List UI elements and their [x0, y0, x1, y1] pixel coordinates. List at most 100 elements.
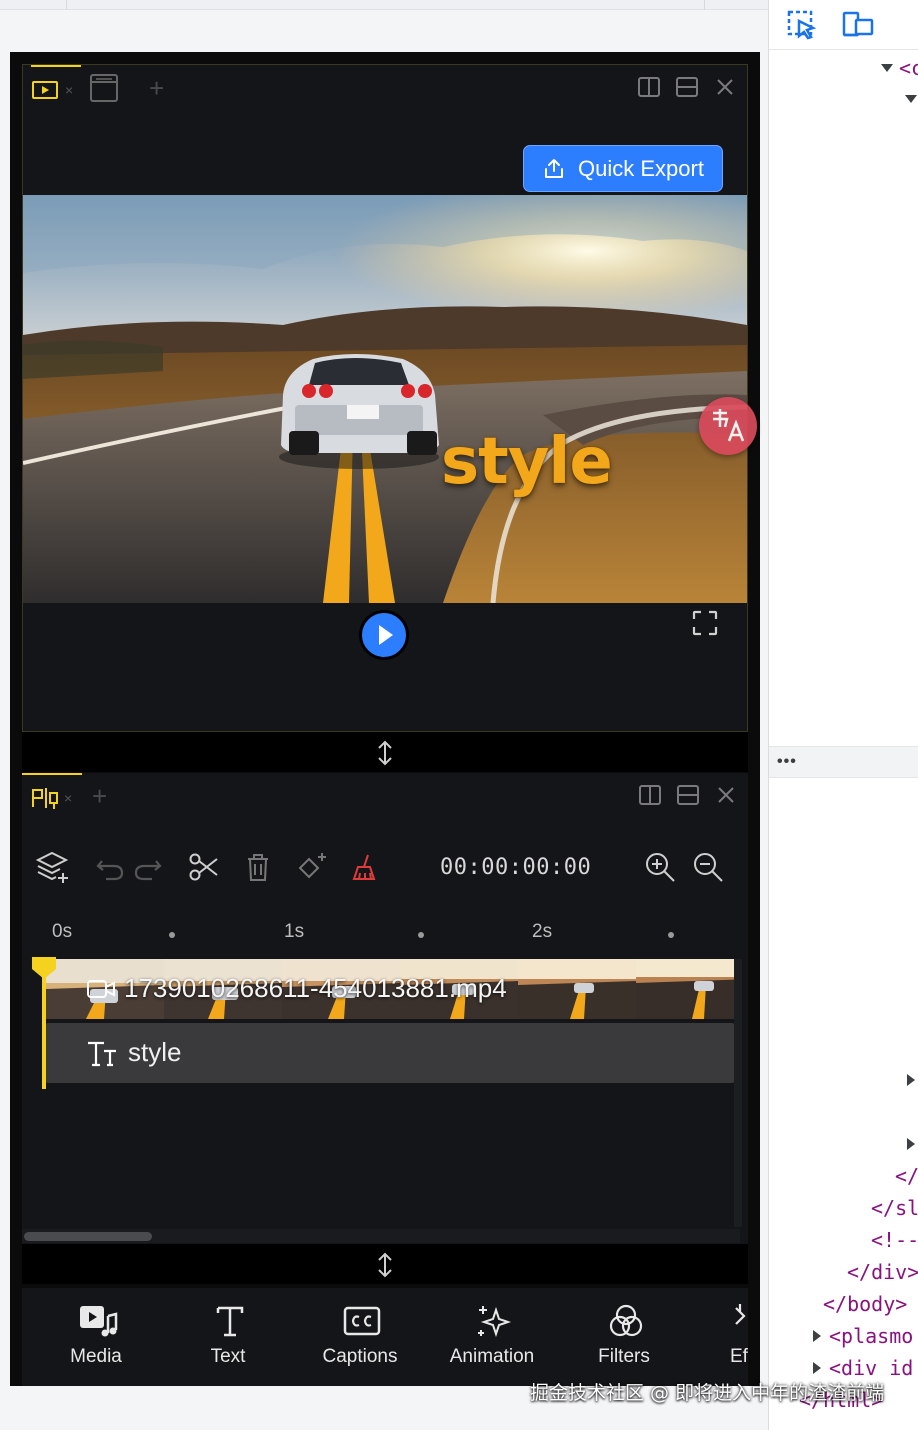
text-type-icon	[88, 1041, 116, 1066]
collapse-arrow-icon[interactable]	[907, 1074, 915, 1086]
player-tab-icon	[32, 81, 58, 99]
close-panel-icon[interactable]	[713, 75, 737, 99]
export-icon	[545, 158, 564, 178]
dom-node-line[interactable]: </	[895, 1164, 918, 1188]
dom-node-line[interactable]: </sl	[871, 1196, 918, 1220]
split-horizontal-icon[interactable]	[676, 783, 700, 807]
nav-label: Text	[210, 1346, 246, 1367]
add-tab-icon[interactable]: +	[149, 75, 164, 101]
animation-icon	[478, 1306, 512, 1338]
video-clip-filename: 1739010268611-454013881.mp4	[124, 973, 507, 1003]
clear-broom-icon[interactable]	[348, 849, 384, 885]
timecode-display: 00:00:00:00	[440, 855, 592, 880]
delete-trash-icon[interactable]	[240, 849, 276, 885]
captions-icon	[343, 1306, 381, 1336]
inspect-element-icon[interactable]	[785, 8, 819, 40]
tab-layout[interactable]	[87, 65, 121, 109]
nav-label: Ef	[730, 1346, 748, 1367]
watermark-text: 掘金技术社区 @ 即将进入中年的渣渣前端	[530, 1382, 885, 1404]
ruler-tick-label: 0s	[52, 921, 73, 942]
preview-panel: × + Quick Export style	[22, 64, 757, 732]
collapse-arrow-icon[interactable]	[813, 1362, 821, 1374]
panel-window-controls	[631, 75, 741, 99]
devtools-dock-bar: •••	[769, 746, 918, 778]
text-clip[interactable]: style	[46, 1023, 734, 1083]
dom-node-line[interactable]: </div>	[847, 1260, 918, 1284]
devtools-toolbar	[769, 0, 918, 50]
filters-icon	[609, 1304, 643, 1337]
ruler-tick-label: 2s	[532, 921, 553, 942]
playhead-handle-icon[interactable]	[32, 957, 56, 979]
clip-thumbnail	[518, 959, 636, 1019]
close-tab-icon[interactable]: ×	[65, 83, 73, 97]
panel-resize-handle[interactable]	[22, 732, 748, 772]
translate-button[interactable]	[699, 397, 757, 455]
timeline-tracks: 1739010268611-454013881.mp4 style	[22, 957, 740, 1223]
caption-overlay-text[interactable]: style	[441, 425, 613, 499]
close-panel-icon[interactable]	[714, 783, 738, 807]
add-layer-icon[interactable]	[34, 849, 70, 885]
nav-label: Animation	[449, 1346, 535, 1367]
video-clip[interactable]: 1739010268611-454013881.mp4	[46, 959, 734, 1019]
more-options-icon[interactable]: •••	[777, 753, 797, 771]
tab-timeline[interactable]: ×	[22, 773, 82, 817]
play-button[interactable]	[359, 610, 409, 660]
close-tab-icon[interactable]: ×	[64, 791, 72, 805]
panel-window-controls	[632, 783, 742, 807]
timeline-tab-icon	[32, 788, 58, 809]
add-keyframe-icon[interactable]	[294, 849, 330, 885]
split-horizontal-icon[interactable]	[675, 75, 699, 99]
split-vertical-icon[interactable]	[637, 75, 661, 99]
video-camera-icon	[87, 979, 115, 998]
split-clip-scissors-icon[interactable]	[186, 849, 222, 885]
collapse-arrow-icon[interactable]	[907, 1138, 915, 1150]
nav-media[interactable]: Media	[36, 1288, 156, 1386]
timeline-ruler[interactable]: 0s 1s 2s	[22, 921, 748, 951]
zoom-out-icon[interactable]	[690, 849, 726, 885]
top-strip-divider	[66, 0, 67, 10]
nav-animation[interactable]: Animation	[432, 1288, 552, 1386]
collapse-arrow-icon[interactable]	[813, 1330, 821, 1342]
dom-node-line[interactable]: <plasmo	[829, 1324, 913, 1348]
device-toggle-icon[interactable]	[841, 8, 875, 40]
translate-icon	[713, 409, 745, 442]
playhead[interactable]	[42, 965, 46, 1089]
zoom-in-icon[interactable]	[642, 849, 678, 885]
nav-captions[interactable]: Captions	[300, 1288, 420, 1386]
undo-icon[interactable]	[92, 849, 128, 885]
bottom-toolbar: Media Text Captions Animation Filters Ef	[22, 1288, 748, 1386]
window-tab-icon	[90, 74, 118, 102]
resize-vertical-icon	[378, 1252, 392, 1278]
nav-effects[interactable]: Ef	[676, 1288, 748, 1386]
preview-tabbar: × +	[23, 65, 747, 109]
horizontal-scrollbar[interactable]	[22, 1229, 740, 1243]
nav-filters[interactable]: Filters	[564, 1288, 684, 1386]
video-clip-label: 1739010268611-454013881.mp4	[86, 973, 507, 1004]
fullscreen-icon[interactable]	[691, 609, 719, 637]
timeline-panel: × + 00:00:00:00 0s 1s 2s 1739010268611-4…	[22, 773, 748, 1244]
dom-comment-line[interactable]: <!--	[871, 1228, 918, 1252]
dom-node-line[interactable]: </body>	[823, 1292, 907, 1316]
tab-preview[interactable]: ×	[31, 65, 81, 109]
redo-icon[interactable]	[130, 849, 166, 885]
nav-text[interactable]: Text	[168, 1288, 288, 1386]
expand-arrow-icon[interactable]	[881, 64, 893, 72]
nav-label: Filters	[598, 1346, 650, 1367]
dom-node-line[interactable]: <div id	[829, 1356, 913, 1380]
effects-icon	[735, 1304, 746, 1325]
media-icon	[80, 1306, 118, 1337]
quick-export-button[interactable]: Quick Export	[523, 145, 723, 192]
vertical-scrollbar[interactable]	[734, 959, 742, 1227]
panel-resize-handle[interactable]	[22, 1244, 748, 1284]
play-icon	[379, 625, 393, 645]
add-tab-icon[interactable]: +	[92, 783, 107, 809]
expand-arrow-icon[interactable]	[905, 95, 917, 103]
split-vertical-icon[interactable]	[638, 783, 662, 807]
timeline-tabbar: × +	[22, 773, 748, 817]
scrollbar-thumb[interactable]	[24, 1232, 152, 1241]
top-strip-divider	[704, 0, 705, 10]
dom-node-line[interactable]: <c	[899, 56, 918, 80]
video-frame-image	[23, 195, 747, 603]
video-preview-canvas[interactable]: style	[23, 195, 747, 603]
resize-vertical-icon	[378, 740, 392, 766]
